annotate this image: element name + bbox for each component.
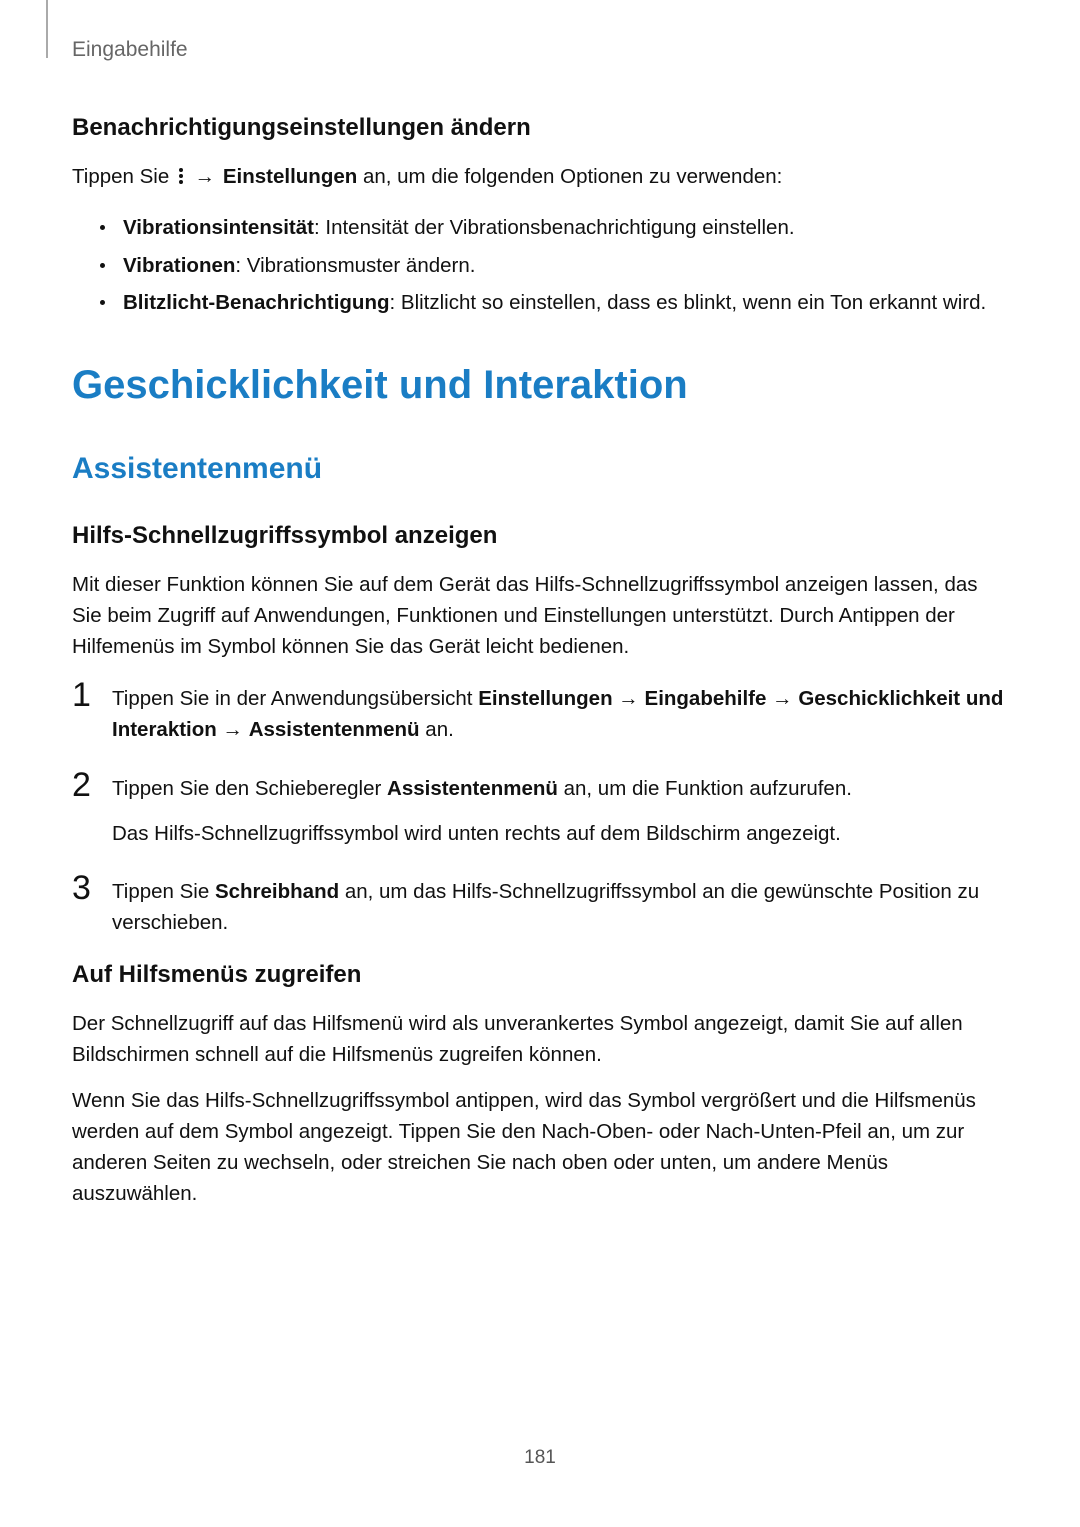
paragraph: Der Schnellzugriff auf das Hilfsmenü wir…: [72, 1009, 1008, 1071]
bullet-list: Vibrationsintensität: Intensität der Vib…: [100, 212, 1008, 319]
list-item: 1 Tippen Sie in der Anwendungsübersicht …: [72, 678, 1008, 746]
list-item-text: Vibrationen: Vibrationsmuster ändern.: [123, 250, 475, 282]
list-item-text: Blitzlicht-Benachrichtigung: Blitzlicht …: [123, 287, 986, 319]
text: an.: [420, 718, 454, 741]
list-item: 2 Tippen Sie den Schieberegler Assistent…: [72, 768, 1008, 850]
step-number: 1: [72, 678, 112, 714]
step-text: Tippen Sie den Schieberegler Assistenten…: [112, 768, 1008, 850]
section-heading: Hilfs-Schnellzugriffssymbol anzeigen: [72, 522, 1008, 550]
step-text: Tippen Sie in der Anwendungsübersicht Ei…: [112, 678, 1008, 746]
text: Tippen Sie: [72, 165, 175, 188]
list-item: Vibrationsintensität: Intensität der Vib…: [100, 212, 1008, 244]
step-subtext: Das Hilfs-Schnellzugriffssymbol wird unt…: [112, 819, 1008, 850]
bullet-icon: [100, 263, 105, 268]
text: Tippen Sie: [112, 880, 215, 903]
list-item: Blitzlicht-Benachrichtigung: Blitzlicht …: [100, 287, 1008, 319]
section-heading: Benachrichtigungseinstellungen ändern: [72, 114, 1008, 142]
bold-label: Assistentenmenü: [249, 718, 420, 741]
text: an, um die Funktion aufzurufen.: [558, 777, 852, 800]
list-item-text: Vibrationsintensität: Intensität der Vib…: [123, 212, 795, 244]
text: an, um die folgenden Optionen zu verwend…: [357, 165, 782, 188]
bold-label: Schreibhand: [215, 880, 339, 903]
subsection-title: Assistentenmenü: [72, 452, 1008, 486]
bold-label: Assistentenmenü: [387, 777, 558, 800]
list-item: 3 Tippen Sie Schreibhand an, um das Hilf…: [72, 871, 1008, 939]
text: : Vibrationsmuster ändern.: [235, 254, 475, 277]
paragraph: Wenn Sie das Hilfs-Schnellzugriffssymbol…: [72, 1086, 1008, 1209]
more-icon: [177, 165, 185, 196]
page-number: 181: [0, 1447, 1080, 1469]
arrow-icon: →: [766, 687, 798, 710]
text: Tippen Sie in der Anwendungsübersicht: [112, 687, 478, 710]
numbered-list: 1 Tippen Sie in der Anwendungsübersicht …: [72, 678, 1008, 939]
paragraph: Mit dieser Funktion können Sie auf dem G…: [72, 570, 1008, 662]
text: : Blitzlicht so einstellen, dass es blin…: [390, 291, 987, 314]
step-number: 2: [72, 768, 112, 804]
step-number: 3: [72, 871, 112, 907]
page-content: Eingabehilfe Benachrichtigungseinstellun…: [0, 0, 1080, 1209]
page-title: Geschicklichkeit und Interaktion: [72, 363, 1008, 408]
bullet-icon: [100, 225, 105, 230]
text: : Intensität der Vibrationsbenachrichtig…: [314, 216, 795, 239]
intro-paragraph: Tippen Sie → Einstellungen an, um die fo…: [72, 162, 1008, 196]
arrow-icon: →: [187, 165, 223, 188]
text: Tippen Sie den Schieberegler: [112, 777, 387, 800]
bold-label: Vibrationen: [123, 254, 235, 277]
bold-label: Vibrationsintensität: [123, 216, 314, 239]
bold-label: Eingabehilfe: [645, 687, 767, 710]
breadcrumb: Eingabehilfe: [72, 38, 1008, 62]
arrow-icon: →: [613, 687, 645, 710]
bold-label: Einstellungen: [478, 687, 612, 710]
bold-label: Blitzlicht-Benachrichtigung: [123, 291, 390, 314]
header-vertical-rule: [46, 0, 48, 58]
bold-label: Einstellungen: [223, 165, 357, 188]
arrow-icon: →: [217, 718, 249, 741]
bullet-icon: [100, 300, 105, 305]
step-text: Tippen Sie Schreibhand an, um das Hilfs-…: [112, 871, 1008, 939]
list-item: Vibrationen: Vibrationsmuster ändern.: [100, 250, 1008, 282]
section-heading: Auf Hilfsmenüs zugreifen: [72, 961, 1008, 989]
